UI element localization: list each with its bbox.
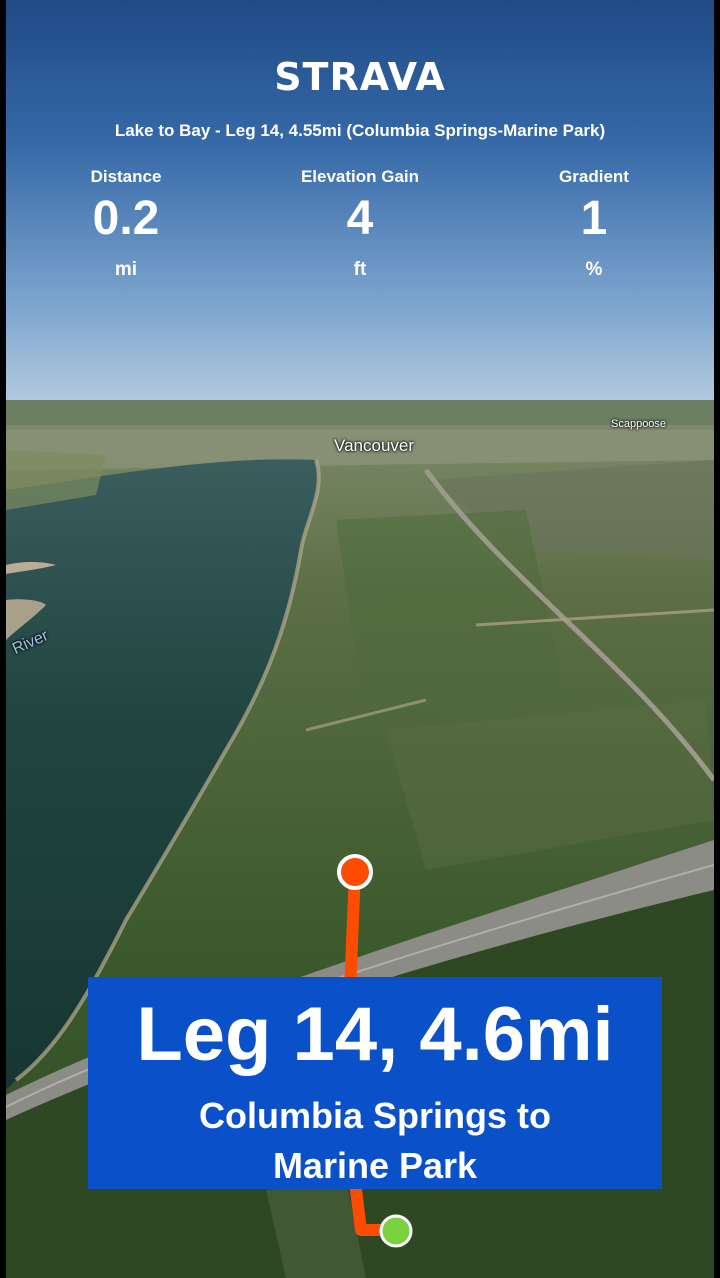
stat-distance-label: Distance (90, 167, 162, 186)
strava-logo: STRAVA (274, 55, 446, 99)
stat-distance: Distance 0.2 mi (26, 167, 226, 281)
end-marker (379, 1214, 413, 1248)
map-label-scappoose: Scappoose (611, 418, 667, 430)
stat-distance-value: 0.2 (92, 192, 160, 245)
stat-distance-unit: mi (114, 259, 138, 280)
stats-header: STRAVA Lake to Bay - Leg 14, 4.55mi (Col… (6, 0, 714, 330)
stat-elevation-value: 4 (346, 192, 374, 245)
leg-subtitle-line1: Columbia Springs to (198, 1095, 551, 1136)
leg-title: Leg 14, 4.6mi (136, 992, 614, 1077)
leg-subtitle-line2: Marine Park (272, 1145, 478, 1186)
activity-flyover: Vancouver Scappoose River STRAVA Lake to… (6, 0, 714, 1278)
leg-info-banner: Leg 14, 4.6mi Columbia Springs to Marine… (88, 977, 662, 1189)
stat-elevation-unit: ft (353, 259, 367, 280)
stat-gradient-value: 1 (580, 192, 608, 245)
stat-elevation-gain: Elevation Gain 4 ft (260, 167, 460, 281)
stat-elevation-label: Elevation Gain (300, 167, 420, 186)
stat-gradient-label: Gradient (559, 167, 629, 186)
stat-gradient: Gradient 1 % (494, 167, 694, 281)
leg-subtitle: Columbia Springs to Marine Park (88, 1091, 662, 1191)
start-marker (337, 854, 373, 890)
stat-gradient-unit: % (585, 259, 603, 280)
map-label-vancouver: Vancouver (334, 436, 415, 455)
route-title: Lake to Bay - Leg 14, 4.55mi (Columbia S… (114, 121, 606, 140)
